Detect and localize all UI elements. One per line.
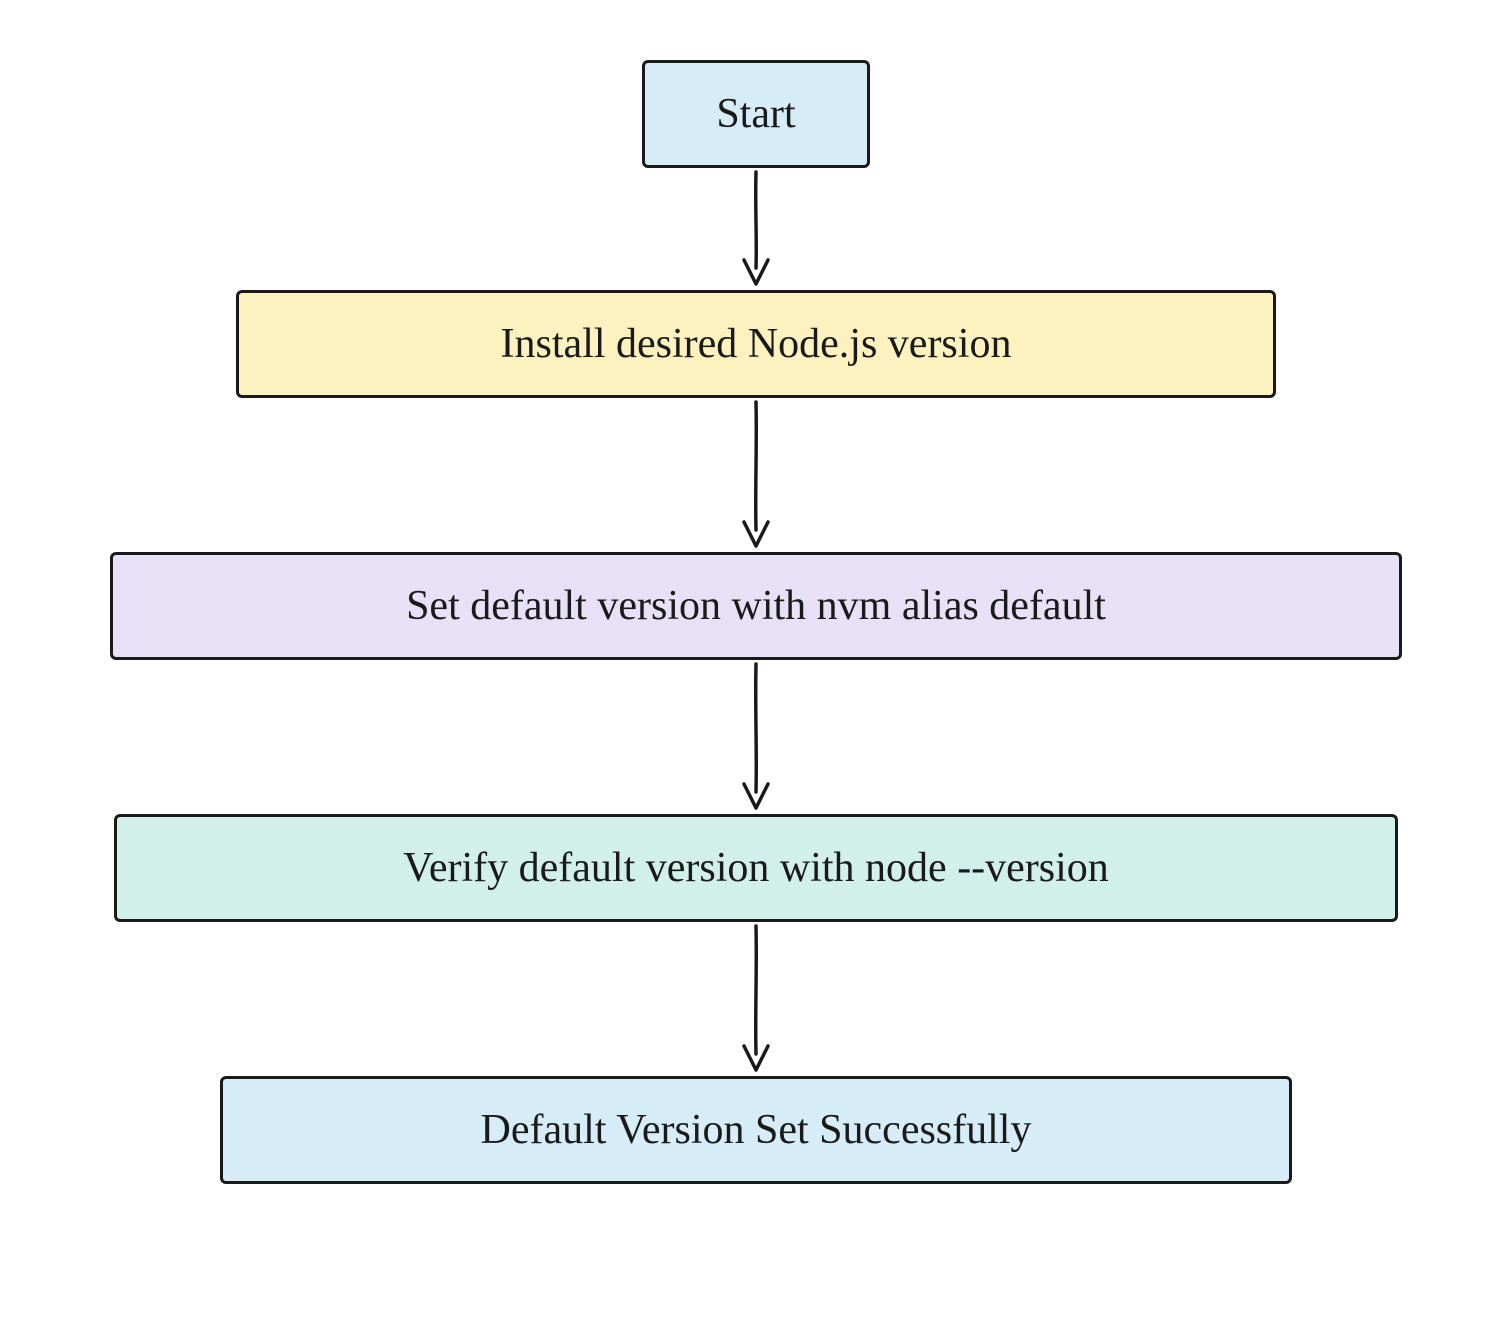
arrow-verify-done: [736, 922, 776, 1076]
node-install-label: Install desired Node.js version: [501, 319, 1012, 369]
node-done: Default Version Set Successfully: [220, 1076, 1292, 1184]
node-done-label: Default Version Set Successfully: [481, 1105, 1032, 1155]
arrow-start-install: [736, 168, 776, 290]
node-start: Start: [642, 60, 870, 168]
node-start-label: Start: [716, 89, 795, 139]
flowchart-canvas: Start Install desired Node.js version Se…: [0, 0, 1512, 1320]
node-verify-label: Verify default version with node --versi…: [403, 843, 1109, 893]
arrow-set-verify: [736, 660, 776, 814]
node-install: Install desired Node.js version: [236, 290, 1276, 398]
node-set-default: Set default version with nvm alias defau…: [110, 552, 1402, 660]
arrow-install-set: [736, 398, 776, 552]
node-set-default-label: Set default version with nvm alias defau…: [406, 581, 1106, 631]
node-verify: Verify default version with node --versi…: [114, 814, 1398, 922]
